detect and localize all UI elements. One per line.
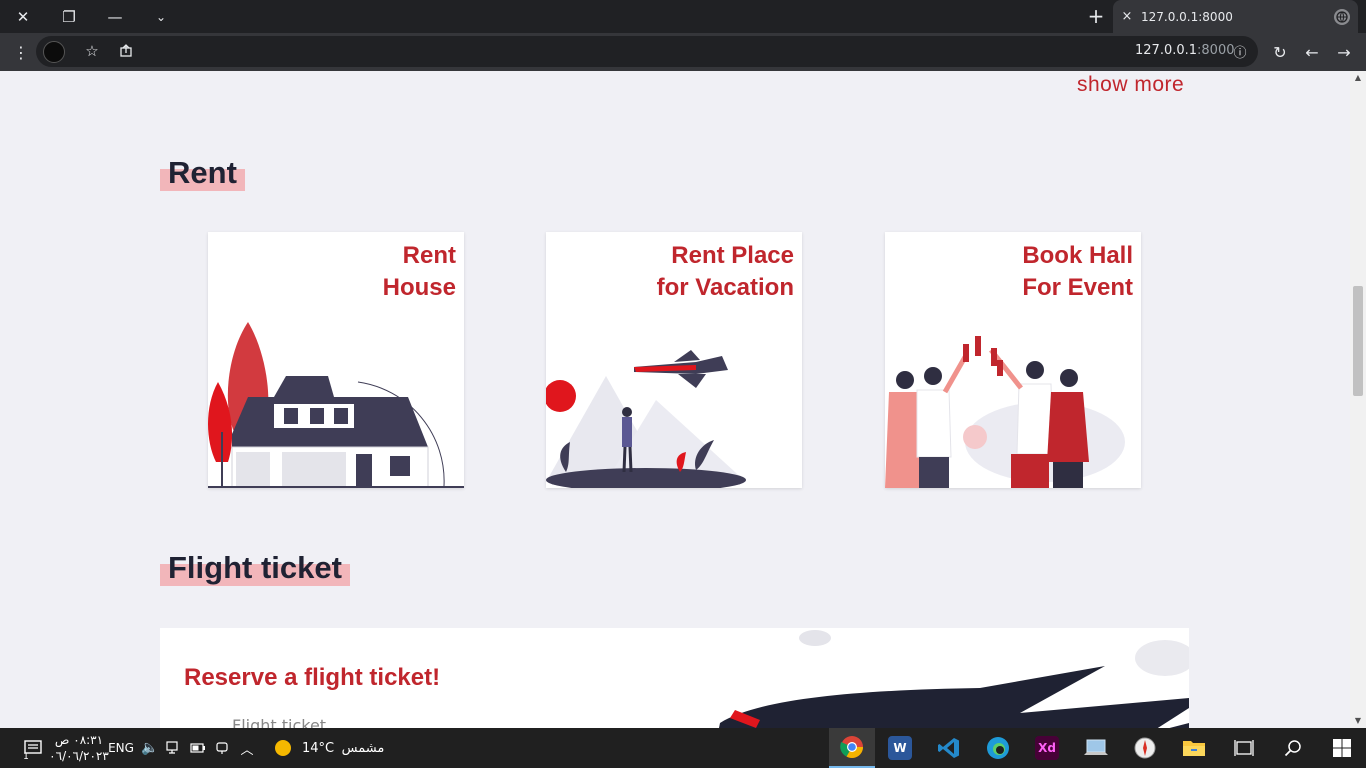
forward-arrow-icon[interactable]: → [1332,40,1356,64]
globe-icon [1334,8,1350,25]
flight-section-title: Flight ticket [160,550,350,586]
adobe-xd-taskbar-icon[interactable]: Xd [1024,728,1070,768]
scroll-up-arrow-icon[interactable]: ▲ [1350,71,1366,85]
word-taskbar-icon[interactable]: W [877,728,923,768]
compass-app-taskbar-icon[interactable] [1122,728,1168,768]
webcam-icon[interactable] [210,728,234,768]
weather-temperature[interactable]: 14°C [300,728,336,768]
browser-tab[interactable]: × 127.0.0.1:8000 [1113,0,1358,33]
browser-tab-bar: ✕ ❐ — ⌄ + × 127.0.0.1:8000 [0,0,1366,33]
bookmark-star-icon[interactable]: ☆ [80,39,104,63]
party-illustration [885,336,1125,488]
tab-title: 127.0.0.1:8000 [1141,9,1233,24]
page-viewport: show more Rent Rent House Rent Place for… [0,71,1350,728]
windows-start-icon[interactable] [1319,728,1365,768]
site-info-icon[interactable]: ⓘ [1228,39,1252,63]
file-explorer-taskbar-icon[interactable] [1171,728,1217,768]
book-hall-card[interactable]: Book Hall For Event [885,232,1141,488]
address-bar[interactable]: ☆ 127.0.0.1:8000 ⓘ [36,36,1258,67]
flight-card-heading: Reserve a flight ticket! [184,664,441,691]
windows-taskbar: 1 ٠٨:٣١ ص ٠٦/٠٦/٢٠٢٣ ENG 🔈 ︿ 14°C مشمس W… [0,728,1366,768]
tab-close-icon[interactable]: × [1119,9,1135,24]
window-close-icon[interactable]: ✕ [0,0,46,33]
back-arrow-icon[interactable]: ← [1300,40,1324,64]
search-icon[interactable] [1270,728,1316,768]
page-scrollbar[interactable]: ▲ ▼ [1350,71,1366,728]
house-illustration [208,322,464,488]
scroll-down-arrow-icon[interactable]: ▼ [1350,714,1366,728]
edge-taskbar-icon[interactable] [975,728,1021,768]
rent-vacation-card[interactable]: Rent Place for Vacation [546,232,802,488]
weather-condition[interactable]: مشمس [338,728,388,768]
show-more-link[interactable]: show more [1077,73,1184,97]
rent-section-title: Rent [160,155,245,191]
tab-search-chevron-icon[interactable]: ⌄ [138,0,184,33]
volume-icon[interactable]: 🔈 [138,728,162,768]
browser-toolbar: ⋮ ☆ 127.0.0.1:8000 ⓘ ↻ ← → [0,33,1366,71]
url-text: 127.0.0.1:8000 [1135,43,1235,58]
notification-count: 1 [23,752,29,762]
battery-icon[interactable] [186,728,210,768]
vacation-illustration [546,350,746,488]
rent-house-card[interactable]: Rent House [208,232,464,488]
show-hidden-icons-chevron-icon[interactable]: ︿ [236,728,258,768]
clock[interactable]: ٠٨:٣١ ص ٠٦/٠٦/٢٠٢٣ [49,728,109,768]
scrollbar-thumb[interactable] [1353,286,1363,396]
flight-card-subtext: Flight ticket [232,716,327,728]
task-view-icon[interactable] [1221,728,1267,768]
input-language[interactable]: ENG [106,728,136,768]
share-icon[interactable] [114,39,138,63]
new-tab-button[interactable]: + [1084,5,1108,29]
network-icon[interactable] [162,728,186,768]
window-restore-icon[interactable]: ❐ [46,0,92,33]
profile-avatar[interactable] [43,41,65,63]
menu-kebab-icon[interactable]: ⋮ [9,40,33,64]
window-minimize-icon[interactable]: — [92,0,138,33]
flight-ticket-card: Reserve a flight ticket! Flight ticket [160,628,1189,728]
vscode-taskbar-icon[interactable] [926,728,972,768]
reload-icon[interactable]: ↻ [1268,40,1292,64]
chrome-taskbar-icon[interactable] [829,728,875,768]
my-computer-taskbar-icon[interactable] [1073,728,1119,768]
weather-sun-icon[interactable] [270,728,296,768]
